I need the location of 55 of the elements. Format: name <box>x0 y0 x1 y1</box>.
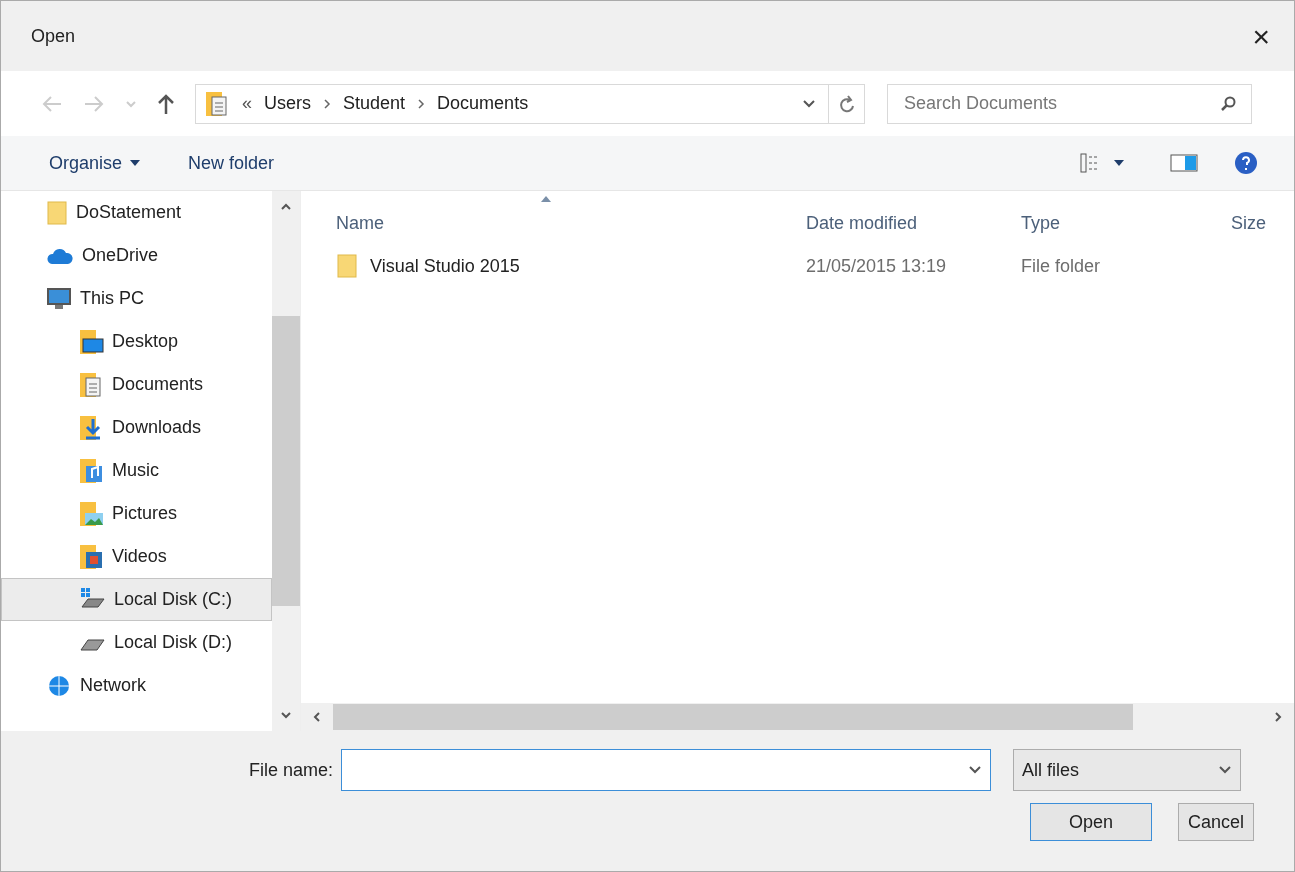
videos-folder-icon <box>78 543 104 570</box>
breadcrumb[interactable]: Users <box>264 90 312 117</box>
column-header[interactable]: Type <box>1021 196 1231 237</box>
file-name-field[interactable] <box>341 749 992 791</box>
sort-up-icon <box>541 196 551 202</box>
view-options-icon[interactable] <box>1080 153 1126 173</box>
breadcrumb[interactable]: Student <box>343 90 406 117</box>
close-button[interactable]: × <box>1252 13 1270 59</box>
cloud-icon <box>46 246 74 265</box>
scroll-right-icon[interactable] <box>1274 711 1282 723</box>
column-header[interactable]: Size <box>1231 196 1291 237</box>
file-type-dropdown[interactable]: All files <box>1013 749 1242 791</box>
breadcrumb[interactable]: Documents <box>437 90 529 117</box>
address-bar[interactable]: « Users Student Documents <box>195 83 865 124</box>
scrollbar-thumb[interactable] <box>272 316 300 606</box>
refresh-icon[interactable] <box>837 93 856 114</box>
documents-folder-icon <box>204 90 230 117</box>
documents-folder-icon <box>78 371 104 398</box>
file-name-label: File name: <box>249 758 334 782</box>
overflow-chevron[interactable]: « <box>242 90 252 117</box>
sidebar-item[interactable]: Local Disk (C:) <box>1 578 272 621</box>
music-folder-icon <box>78 457 104 484</box>
column-header[interactable]: Name <box>336 196 806 237</box>
desktop-folder-icon <box>78 328 104 355</box>
network-globe-icon <box>46 673 72 698</box>
window-title: Open <box>31 24 76 48</box>
scroll-left-icon[interactable] <box>313 711 321 723</box>
up-arrow-icon[interactable] <box>157 92 175 115</box>
search-icon <box>1220 95 1236 112</box>
date-modified: 21/05/2015 13:19 <box>806 255 947 276</box>
pictures-folder-icon <box>78 500 104 527</box>
horizontal-scrollbar[interactable] <box>301 703 1294 731</box>
vertical-scrollbar[interactable] <box>272 191 300 731</box>
new-folder-button[interactable]: New folder <box>188 149 275 177</box>
folder-icon <box>336 254 358 278</box>
help-icon[interactable] <box>1234 151 1258 175</box>
dialog-button[interactable]: Cancel <box>1178 803 1254 841</box>
chevron-down-icon <box>802 98 816 109</box>
folder-icon <box>46 200 68 225</box>
chevron-down-icon <box>1218 765 1233 775</box>
preview-pane-icon[interactable] <box>1170 153 1198 173</box>
chevron-right-icon <box>417 97 426 110</box>
file-type: File folder <box>1021 255 1101 276</box>
chevron-right-icon <box>323 97 332 110</box>
organise-button[interactable]: Organise <box>49 149 141 177</box>
scrollbar-thumb[interactable] <box>333 704 1133 730</box>
chevron-down-icon <box>968 765 983 775</box>
file-name[interactable]: Visual Studio 2015 <box>370 252 520 280</box>
caret-icon <box>130 160 141 166</box>
search-field[interactable]: Search Documents <box>887 83 1252 124</box>
column-header[interactable]: Date modified <box>806 196 1021 237</box>
computer-icon <box>46 286 72 311</box>
dialog-button[interactable]: Open <box>1030 803 1152 841</box>
scroll-up-icon[interactable] <box>280 203 292 211</box>
scroll-down-icon[interactable] <box>280 711 292 719</box>
